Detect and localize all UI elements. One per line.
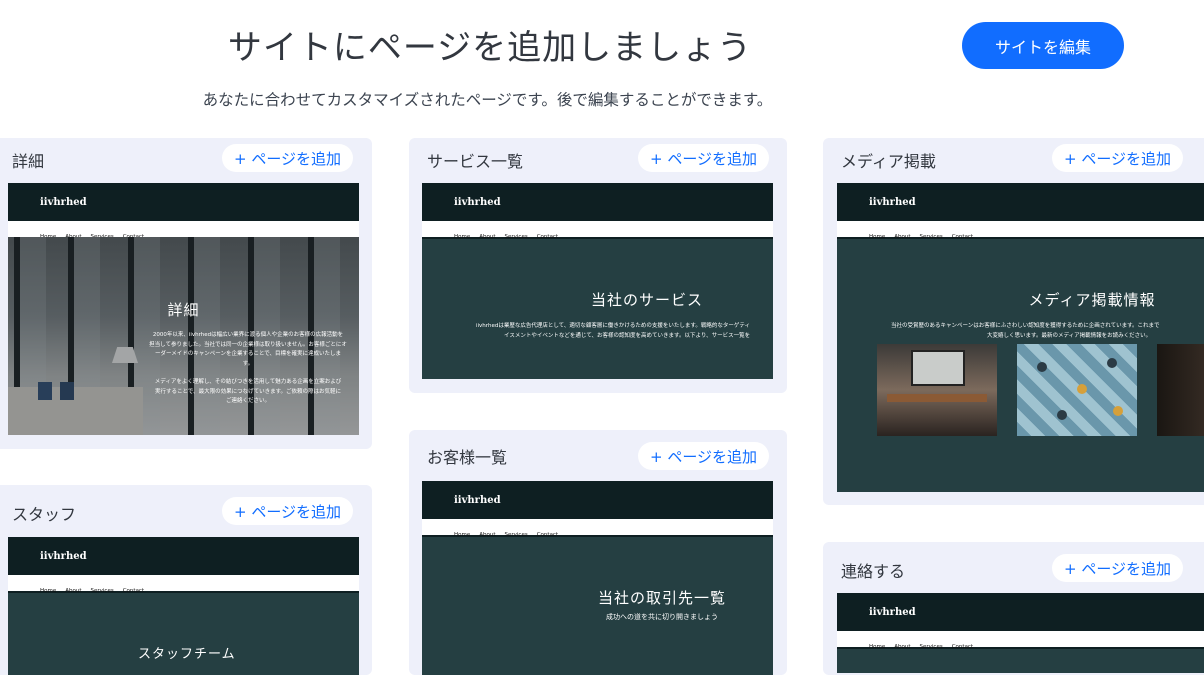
preview-heading: 詳細 bbox=[167, 301, 200, 319]
preview-logo: iivhrhed bbox=[454, 197, 501, 208]
person-photo bbox=[1157, 344, 1204, 436]
page-preview[interactable]: iivhrhed Home About Services Contact スタッフチー… bbox=[8, 537, 359, 675]
page-preview[interactable]: iivhrhed Home About Services Contact 当社の取引先… bbox=[422, 481, 773, 675]
card-title: サービス一覧 bbox=[427, 152, 524, 171]
card-title: 連絡する bbox=[841, 562, 906, 581]
page-card-media: メディア掲載 + ページを追加 iivhrhed Home About Servic… bbox=[823, 138, 1204, 505]
edit-site-button[interactable]: サイトを編集 bbox=[962, 22, 1124, 69]
card-title: スタッフ bbox=[12, 505, 77, 524]
page-card-services: サービス一覧 + ページを追加 iivhrhed Home About Servic… bbox=[409, 138, 787, 393]
page-title: サイトにページを追加しましょう bbox=[227, 28, 753, 68]
preview-subheading: 成功への道を共に切り開きましょう bbox=[606, 613, 718, 621]
preview-logo: iivhrhed bbox=[869, 607, 916, 618]
page-preview[interactable]: iivhrhed HomeAboutServicesContact 詳細 200… bbox=[8, 183, 359, 435]
preview-logo: iivhrhed bbox=[454, 495, 501, 506]
page-card-contact: 連絡する + ページを追加 iivhrhed Home About Services… bbox=[823, 542, 1204, 675]
page-card-staff: スタッフ + ページを追加 iivhrhed Home About Services… bbox=[0, 485, 372, 675]
page-preview[interactable]: iivhrhed Home About Services Contact bbox=[837, 593, 1204, 673]
preview-nav: HomeAboutServicesContact bbox=[837, 221, 1204, 240]
add-page-button[interactable]: + ページを追加 bbox=[222, 144, 354, 172]
preview-logo: iivhrhed bbox=[40, 197, 87, 208]
preview-nav: HomeAboutServicesContact bbox=[837, 631, 1204, 650]
add-page-button[interactable]: + ページを追加 bbox=[222, 497, 354, 525]
preview-logo: iivhrhed bbox=[40, 551, 87, 562]
page-card-details: 詳細 + ページを追加 iivhrhed HomeAboutServicesCo… bbox=[0, 138, 372, 449]
page-subtitle: あなたに合わせてカスタマイズされたページです。後で編集することができます。 bbox=[202, 91, 773, 109]
preview-nav: HomeAboutServicesContact bbox=[422, 221, 773, 240]
preview-logo: iivhrhed bbox=[869, 197, 916, 208]
add-page-button[interactable]: + ページを追加 bbox=[1052, 554, 1184, 582]
team-meeting-photo bbox=[1017, 344, 1137, 436]
office-desk-photo bbox=[877, 344, 997, 436]
card-title: お客様一覧 bbox=[427, 448, 508, 467]
page-preview[interactable]: iivhrhed Home About Services Contact メディア掲載… bbox=[837, 183, 1204, 492]
preview-body: 当社の受賞歴のあるキャンペーンはお客様にふさわしい認知度を獲得するために企画され… bbox=[891, 323, 1160, 339]
card-title: メディア掲載 bbox=[841, 152, 936, 171]
preview-heading: メディア掲載情報 bbox=[1028, 291, 1156, 309]
add-page-button[interactable]: + ページを追加 bbox=[1052, 144, 1184, 172]
preview-heading: スタッフチーム bbox=[138, 647, 236, 662]
preview-nav: HomeAboutServicesContact bbox=[422, 519, 773, 538]
page-card-clients: お客様一覧 + ページを追加 iivhrhed Home About Service… bbox=[409, 430, 787, 675]
add-page-button[interactable]: + ページを追加 bbox=[638, 144, 770, 172]
preview-heading: 当社のサービス bbox=[590, 291, 703, 309]
preview-heading: 当社の取引先一覧 bbox=[597, 589, 726, 607]
preview-body: 2000年以来、iivhrhedは幅広い業界に渡る個人や企業のお客様の広報活動を… bbox=[149, 332, 347, 404]
add-page-button[interactable]: + ページを追加 bbox=[638, 442, 770, 470]
preview-body: iivhrhedは業歴な広告代理店として、適切な顧客層に働きかけるための支援をい… bbox=[476, 323, 751, 339]
page-preview[interactable]: iivhrhed Home About Services Contact 当社のサービ… bbox=[422, 183, 773, 379]
card-title: 詳細 bbox=[12, 152, 45, 171]
preview-nav: HomeAboutServicesContact bbox=[8, 575, 359, 594]
